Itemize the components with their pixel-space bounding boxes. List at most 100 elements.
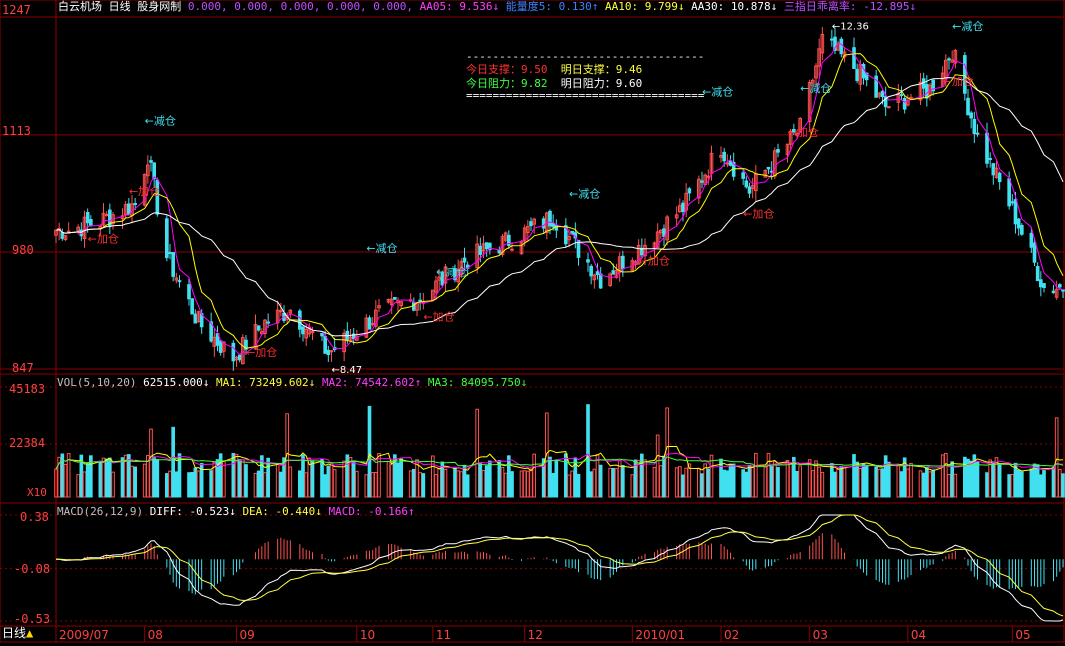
volume-bar [621, 465, 625, 498]
vol-ma3: MA3: 84095.750↓ [427, 376, 528, 389]
period-tab[interactable]: 日线 [109, 0, 131, 13]
stock-chart-window[interactable]: ←减仓 ←加仓 ←加仓 ←减仓 ←加仓 ←减仓 ←加仓 ←减仓 ←加仓 ←加仓 ←减仓 ←减仓 ←加仓 ←… [0, 0, 1065, 643]
volume-bar [811, 470, 815, 498]
volume-bar [155, 459, 160, 498]
volume-bar [503, 472, 508, 498]
volume-bar [944, 452, 948, 498]
volume-bar [747, 464, 752, 498]
candle-body [589, 265, 593, 277]
volume-bar [1020, 471, 1024, 498]
candle-body [1029, 232, 1034, 248]
month-label: 2010/01 [635, 628, 685, 642]
volume-bar [744, 471, 749, 498]
candle-body [171, 252, 175, 277]
volume-bar [728, 463, 733, 498]
volume-bar [814, 460, 818, 498]
month-label: 2009/07 [59, 628, 109, 642]
volume-bar [659, 465, 663, 498]
volume-bar [722, 469, 726, 498]
volume-bar [725, 470, 730, 498]
volume-bar [807, 459, 812, 498]
volume-bar [475, 408, 479, 498]
candle-body [256, 325, 261, 331]
volume-bar [244, 464, 248, 498]
volume-bar [465, 474, 470, 498]
high-price-label: ←12.36 [832, 22, 869, 33]
triangle-up-icon[interactable]: ▲ [26, 626, 33, 640]
candle-body [747, 186, 752, 194]
macd-tick-bottom: -0.53 [14, 612, 51, 626]
volume-bar [608, 467, 612, 498]
volume-bar [874, 466, 878, 498]
volume-bar [678, 466, 682, 498]
volume-bar [988, 459, 992, 498]
volume-bar [792, 456, 796, 498]
volume-bar [355, 470, 359, 498]
volume-bar [1010, 473, 1015, 498]
volume-bar [222, 460, 226, 498]
volume-bar [174, 471, 179, 498]
signal-sell: ←减仓 [436, 265, 467, 279]
signal-sell: ←减仓 [569, 186, 600, 200]
candle-body [367, 317, 372, 330]
candle-body [722, 151, 726, 162]
volume-bar [681, 474, 685, 498]
candle-body [766, 166, 771, 170]
volume-bar [931, 469, 935, 498]
volume-bar [529, 468, 533, 498]
candle-body [323, 335, 327, 354]
macd-histogram [58, 533, 1064, 595]
deviation-value: 三指日乖离率: -12.895↓ [783, 0, 917, 13]
candle-body [484, 242, 489, 250]
today-support: 今日支撑：9.50 [466, 63, 548, 76]
candle-body [741, 172, 745, 179]
candle-body [1020, 224, 1024, 235]
volume-bar [570, 470, 574, 498]
bottom-period-tab[interactable]: 日线▲ [2, 627, 33, 640]
volume-bar [551, 472, 555, 498]
volume-bar [994, 457, 999, 498]
volume-bar [367, 405, 372, 498]
candle-body [887, 106, 891, 109]
candle-body [598, 273, 603, 289]
volume-bar [997, 464, 1002, 498]
formula-name[interactable]: 股身网制 [137, 0, 181, 13]
volume-bar [82, 471, 87, 498]
candle-body [168, 252, 172, 255]
volume-bar [326, 465, 331, 498]
volume-bar [1039, 474, 1043, 498]
candle-body [586, 259, 590, 263]
candle-body [880, 90, 885, 98]
volume-bar [1054, 417, 1059, 498]
volume-bar [351, 460, 356, 498]
candle-body [529, 221, 533, 227]
volume-bar [741, 469, 745, 498]
volume-bar [785, 459, 790, 498]
volume-bar [953, 473, 958, 498]
vol-ma1: MA1: 73249.602↓ [215, 376, 316, 389]
info-box: 今日支撑：9.50 明日支撑：9.46 [466, 63, 642, 77]
volume-bar [76, 474, 80, 498]
volume-bar [329, 462, 334, 498]
volume-bar [750, 465, 755, 498]
volume-bar [196, 470, 201, 498]
volume-bar [595, 454, 600, 498]
candle-body [104, 213, 109, 216]
candle-body [301, 326, 305, 335]
volume-bar [589, 471, 593, 498]
signal-sell: ←减仓 [702, 84, 733, 98]
candle-body [681, 202, 685, 213]
volume-bar [101, 457, 106, 498]
volume-bar [437, 467, 441, 498]
macd-title: MACD(26,12,9) [57, 505, 144, 518]
candle-body [551, 223, 555, 228]
candle-body [899, 94, 904, 97]
volume-bar [190, 471, 194, 498]
candle-body [237, 354, 242, 361]
volume-bar [418, 472, 422, 498]
signal-buy: ←加仓 [423, 310, 454, 324]
volume-bar [431, 455, 435, 498]
volume-bar [766, 452, 771, 498]
month-label: 02 [724, 628, 739, 642]
macd-header: MACD(26,12,9) DIFF: -0.523↓ DEA: -0.440↓… [57, 505, 415, 518]
